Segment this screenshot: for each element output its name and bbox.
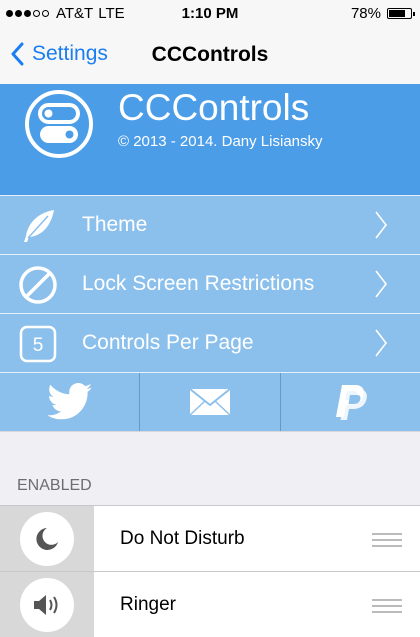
menu-item-lock-screen-restrictions[interactable]: Lock Screen Restrictions: [0, 254, 420, 313]
list-item-do-not-disturb[interactable]: Do Not Disturb: [0, 505, 420, 571]
section-header-enabled: ENABLED: [17, 477, 92, 494]
mail-icon: [189, 388, 231, 416]
email-button[interactable]: [140, 373, 281, 431]
copyright-text: © 2013 - 2014. Dany Lisiansky: [118, 133, 323, 150]
navigation-bar: Settings CCControls: [0, 28, 420, 84]
chevron-right-icon: [375, 329, 388, 357]
menu-item-label: Controls Per Page: [82, 331, 254, 354]
menu-item-label: Theme: [82, 213, 148, 236]
paypal-button[interactable]: [281, 373, 420, 431]
menu-item-theme[interactable]: Theme: [0, 195, 420, 254]
list-item-label: Do Not Disturb: [120, 528, 245, 549]
twitter-icon: [47, 383, 92, 420]
app-header: CCControls © 2013 - 2014. Dany Lisiansky: [0, 84, 420, 195]
prohibited-icon: [19, 266, 57, 304]
menu-item-controls-per-page[interactable]: 5 Controls Per Page: [0, 313, 420, 372]
list-item-label: Ringer: [120, 594, 176, 615]
feather-icon: [24, 210, 54, 242]
reorder-handle-icon[interactable]: [372, 533, 402, 551]
chevron-right-icon: [375, 211, 388, 239]
menu-item-label: Lock Screen Restrictions: [82, 272, 315, 295]
number-badge-icon: 5: [19, 325, 57, 363]
chevron-right-icon: [375, 270, 388, 298]
social-links-bar: [0, 372, 420, 432]
paypal-icon: [336, 385, 368, 420]
settings-menu: Theme Lock Screen Restrictions 5 Control…: [0, 195, 420, 372]
toggle-switch-icon: [24, 89, 94, 164]
list-item-ringer[interactable]: Ringer: [0, 571, 420, 637]
battery-percentage: 78%: [350, 5, 381, 22]
reorder-handle-icon[interactable]: [372, 599, 402, 617]
app-title: CCControls: [118, 87, 310, 128]
page-title: CCControls: [151, 43, 269, 66]
controls-per-page-badge-value: 5: [33, 335, 44, 356]
enabled-controls-list: Do Not Disturb Ringer: [0, 505, 420, 637]
speaker-icon: [34, 594, 58, 615]
moon-icon: [36, 527, 58, 550]
status-bar: AT&T LTE 1:10 PM 78%: [0, 0, 420, 28]
twitter-button[interactable]: [0, 373, 141, 431]
battery-icon: [387, 8, 415, 19]
